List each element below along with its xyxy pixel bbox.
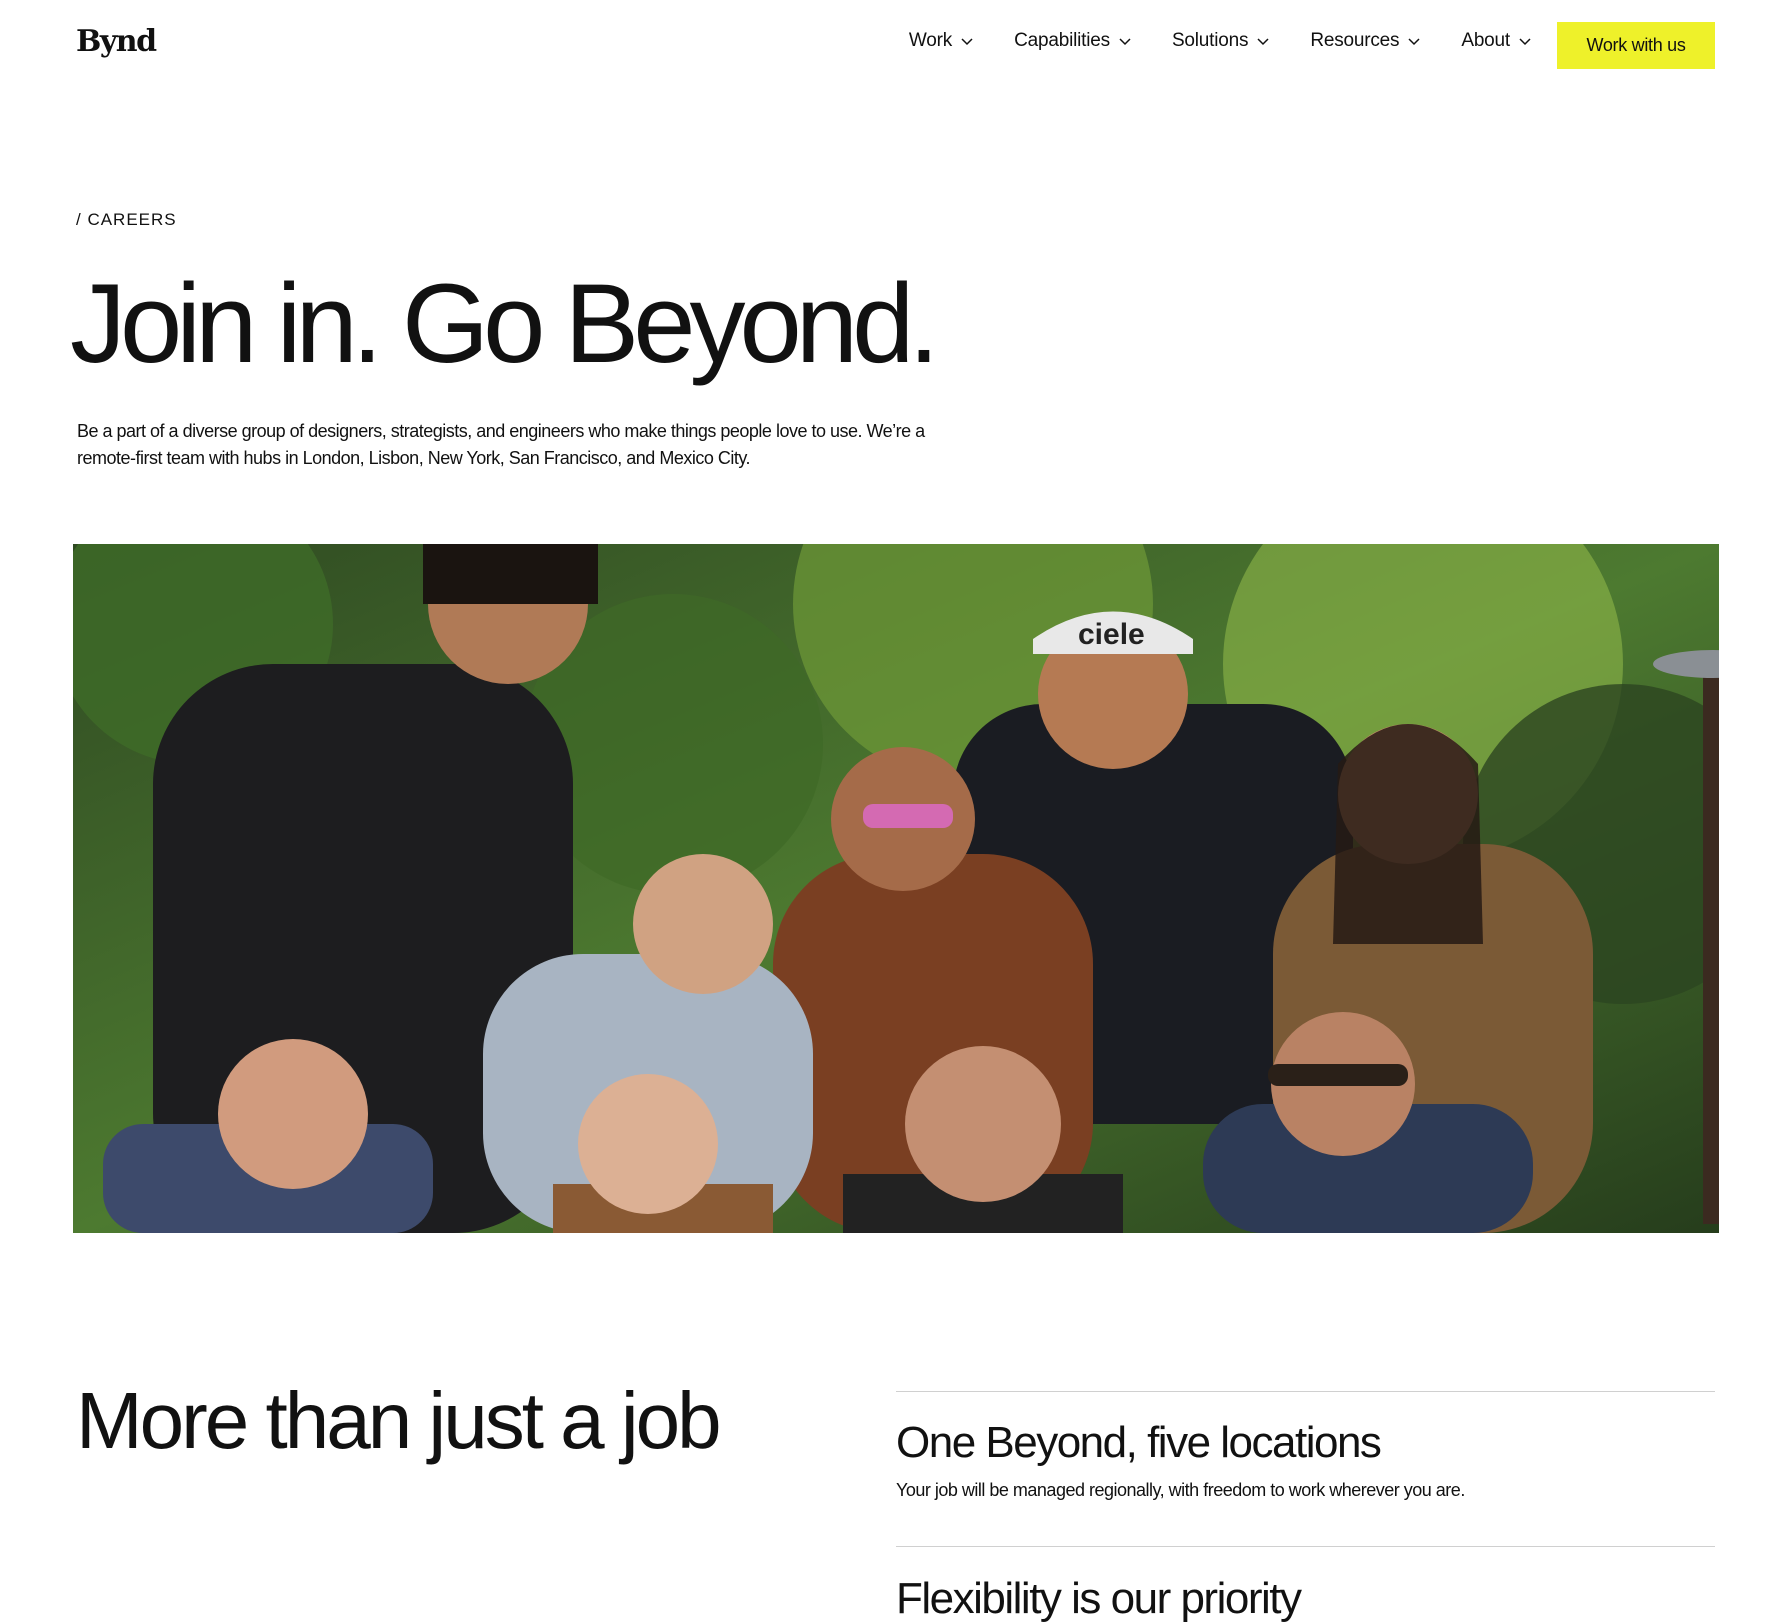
chevron-down-icon [1257,38,1269,46]
nav-item-capabilities[interactable]: Capabilities [1014,30,1132,52]
nav-item-label: Capabilities [1014,30,1110,51]
nav-item-label: Solutions [1171,30,1249,51]
nav-item-label: About [1461,30,1510,51]
nav-item-solutions[interactable]: Solutions [1172,30,1270,52]
nav-item-label: Resources [1310,30,1400,51]
nav-item-about[interactable]: About [1461,30,1532,52]
nav-item-work[interactable]: Work [909,30,974,52]
feature-title: One Beyond, five locations [896,1418,1382,1467]
section-title: More than just a job [76,1376,722,1465]
nav-item-resources[interactable]: Resources [1310,30,1421,52]
top-nav: Bynd Work Capabilities Solutions Resourc… [0,0,1792,92]
chevron-down-icon [961,38,973,46]
section-eyebrow: / CAREERS [76,210,177,229]
chevron-down-icon [1519,38,1531,46]
feature-title: Flexibility is our priority [896,1574,1302,1623]
nav-item-label: Work [908,30,953,51]
team-photo-illustration: ciele [73,544,1719,1233]
divider [896,1546,1715,1547]
chevron-down-icon [1119,38,1131,46]
main-menu: Work Capabilities Solutions Resources Ab… [909,30,1532,52]
work-with-us-button[interactable]: Work with us [1557,22,1715,69]
bynd-logo[interactable]: Bynd [76,24,157,59]
cap-logo-text: ciele [1078,618,1145,651]
chevron-down-icon [1408,38,1420,46]
team-photo: ciele [73,544,1719,1233]
page-title: Join in. Go Beyond. [70,261,939,386]
feature-description: Your job will be managed regionally, wit… [896,1480,1465,1500]
divider [896,1391,1715,1392]
hero-description: Be a part of a diverse group of designer… [77,421,925,468]
